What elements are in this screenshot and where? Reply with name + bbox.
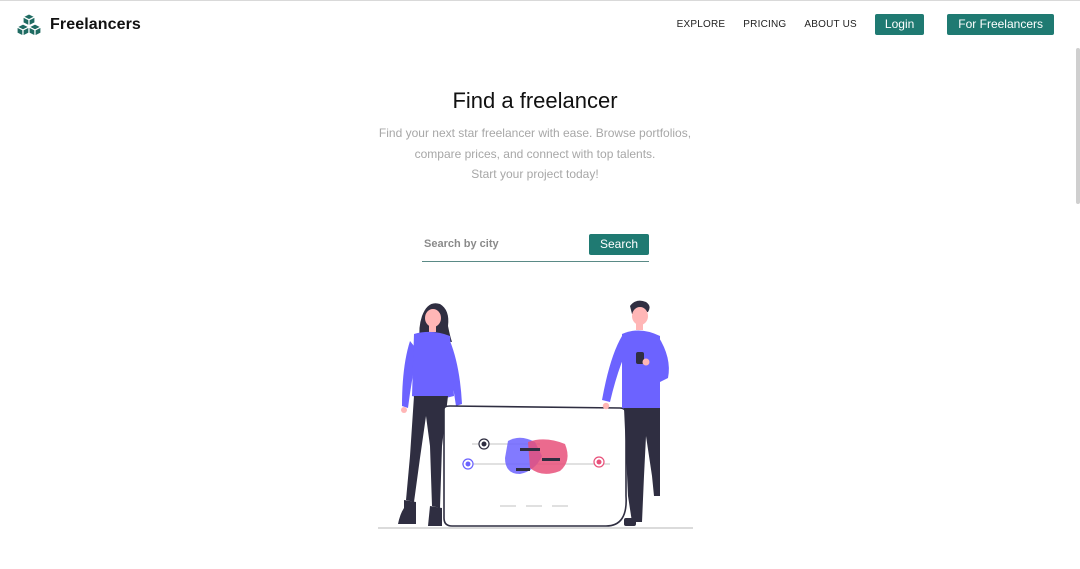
people-with-board-illustration — [370, 296, 700, 536]
scrollbar-thumb[interactable] — [1076, 48, 1080, 204]
hero-subtitle-line: Find your next star freelancer with ease… — [378, 126, 692, 140]
navbar: Freelancers EXPLORE PRICING ABOUT US Log… — [0, 1, 1080, 51]
for-freelancers-button[interactable]: For Freelancers — [947, 14, 1054, 35]
hero-subtitle-line: compare prices, and connect with top tal… — [414, 146, 656, 161]
search-button[interactable]: Search — [588, 234, 649, 255]
brand-name: Freelancers — [50, 16, 141, 33]
search-bar: Search — [422, 233, 649, 262]
cubes-icon — [16, 13, 42, 37]
hero-subtitle-line: Start your project today! — [471, 167, 599, 181]
login-button[interactable]: Login — [874, 14, 925, 35]
brand-link[interactable]: Freelancers — [16, 13, 141, 37]
hero-subtitle: Find your next star freelancer with ease… — [0, 123, 1070, 185]
nav-explore[interactable]: EXPLORE — [677, 19, 726, 30]
nav-about-us[interactable]: ABOUT US — [804, 19, 857, 30]
nav-pricing[interactable]: PRICING — [743, 19, 786, 30]
nav-menu: EXPLORE PRICING ABOUT US Login For Freel… — [677, 14, 1054, 35]
search-input[interactable] — [422, 233, 586, 255]
page-title: Find a freelancer — [452, 88, 618, 113]
